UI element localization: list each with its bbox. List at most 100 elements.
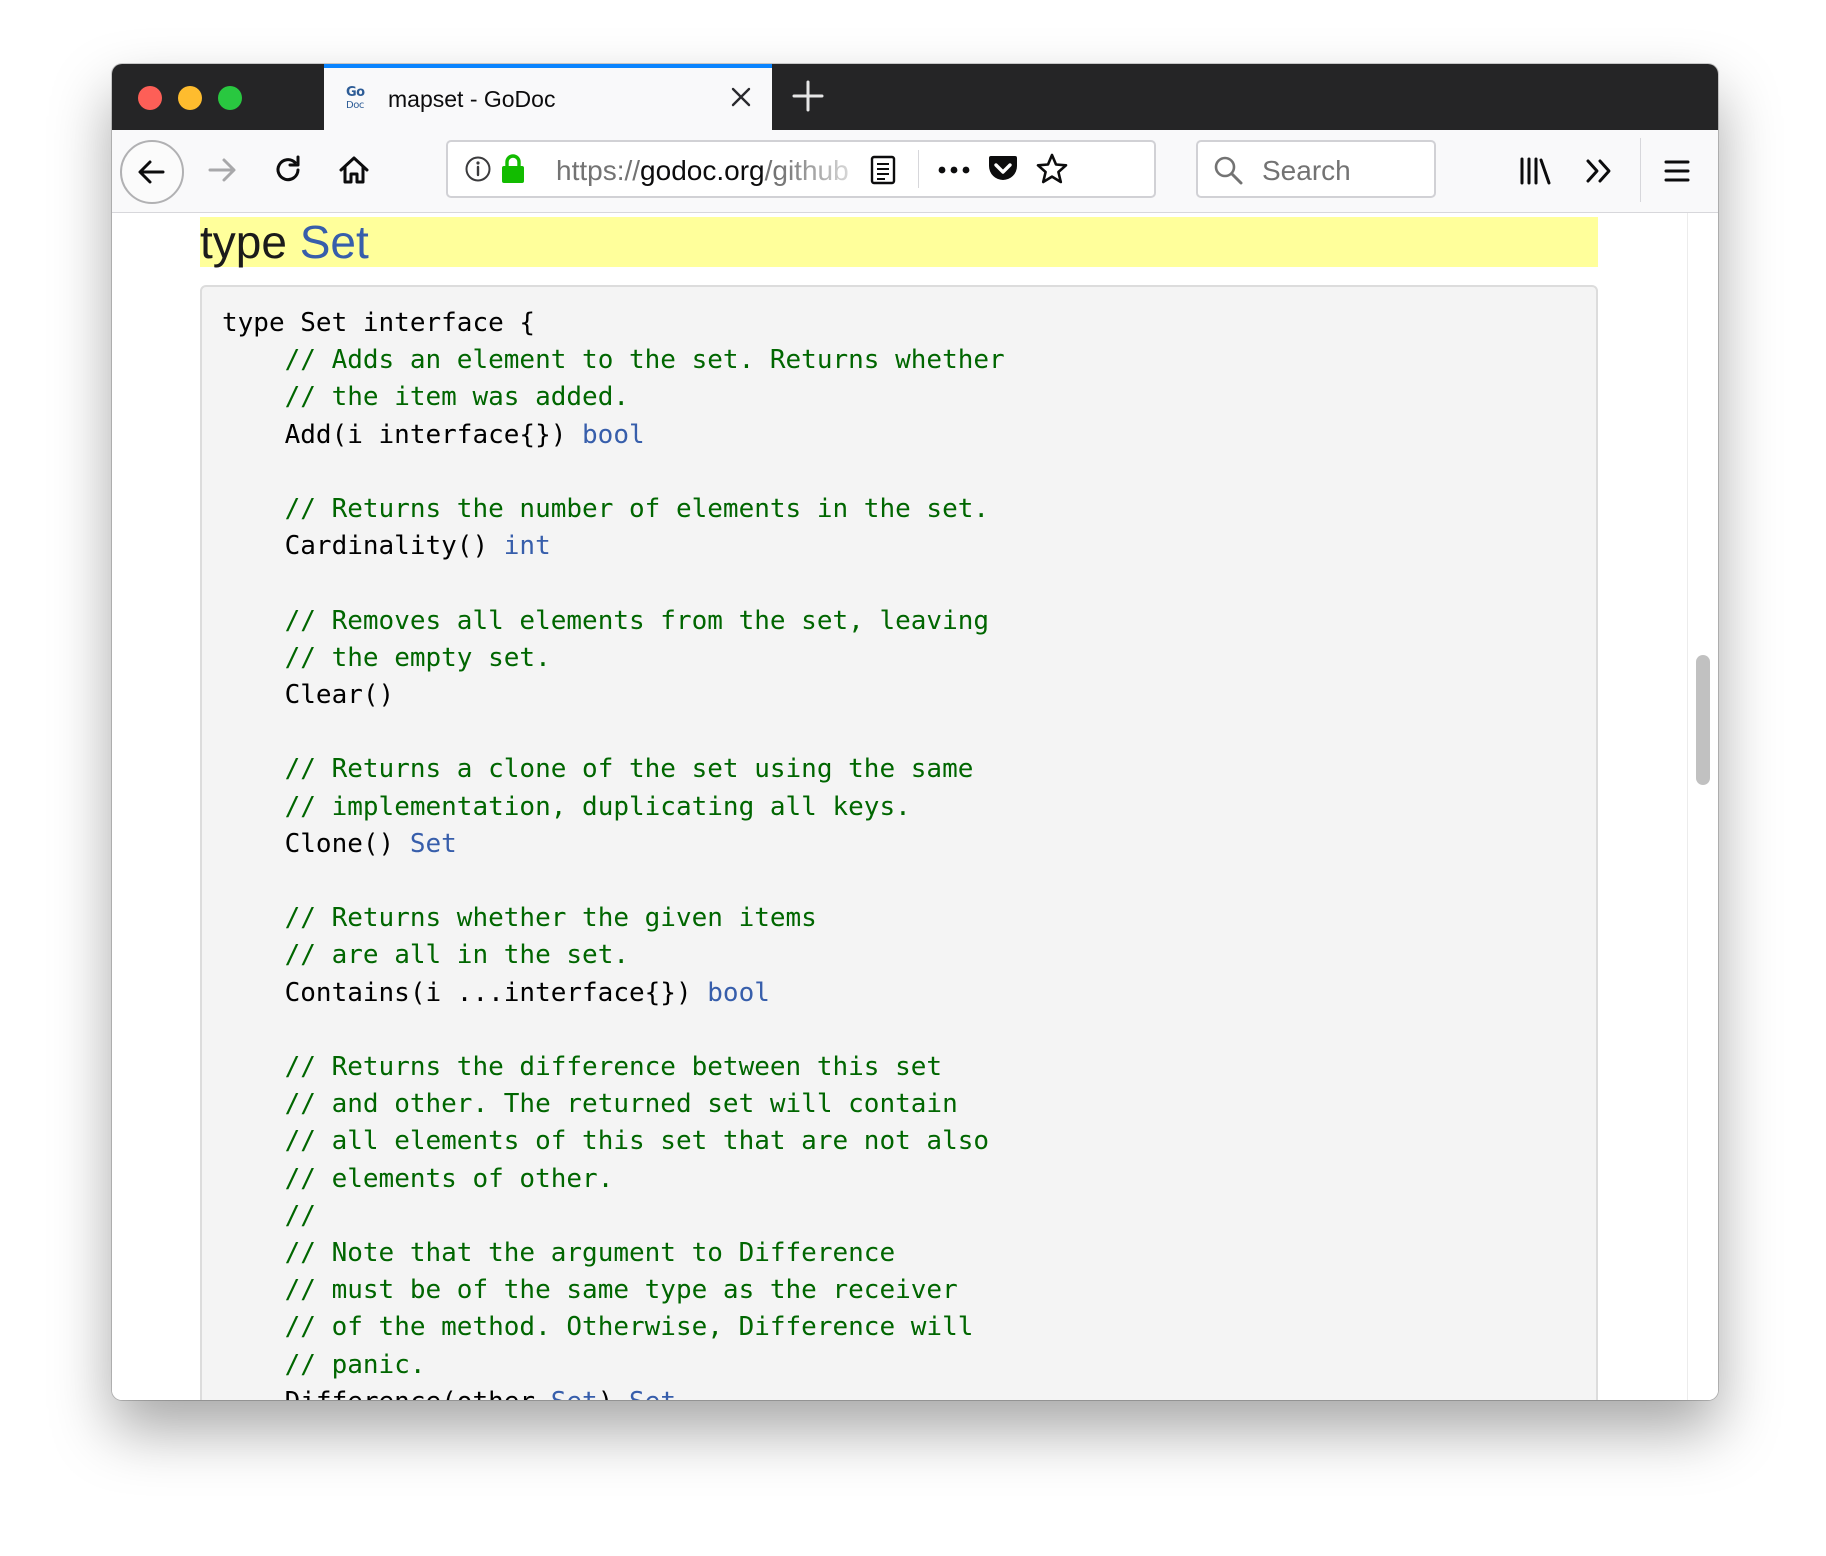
search-input[interactable]: Search xyxy=(1262,155,1351,187)
code-text: Difference(other xyxy=(222,1387,551,1400)
code-comment: // xyxy=(284,1200,316,1231)
close-tab-button[interactable] xyxy=(726,82,756,112)
reload-button[interactable] xyxy=(262,144,314,196)
type-heading: type Set xyxy=(200,217,1598,267)
code-comment: // Note that the argument to Difference xyxy=(284,1238,896,1269)
code-line: // implementation, duplicating all keys. xyxy=(222,792,911,822)
type-link[interactable]: bool xyxy=(582,420,645,450)
pocket-icon xyxy=(989,156,1017,180)
code-comment: // and other. The returned set will cont… xyxy=(284,1089,958,1120)
bookmark-star-icon xyxy=(1036,153,1068,184)
plus-icon xyxy=(792,80,824,112)
type-link[interactable]: int xyxy=(504,531,551,561)
navigation-toolbar: https://godoc.org/github Search xyxy=(112,130,1718,213)
browser-window: Go Doc mapset - GoDoc https://godoc.org/… xyxy=(112,64,1718,1400)
page-actions-button[interactable] xyxy=(934,154,974,186)
site-info-button[interactable] xyxy=(464,155,492,183)
code-line: // Removes all elements from the set, le… xyxy=(222,606,989,636)
code-comment: // Returns the number of elements in the… xyxy=(284,494,990,525)
url-text[interactable]: https://godoc.org/github xyxy=(556,155,876,187)
code-text: Contains(i ...interface{}) xyxy=(222,977,708,1008)
code-line: // of the method. Otherwise, Difference … xyxy=(222,1312,974,1343)
new-tab-button[interactable] xyxy=(786,74,830,118)
forward-button[interactable] xyxy=(196,144,248,196)
code-listing: type Set interface { // Adds an element … xyxy=(222,305,1005,1400)
code-comment: // the empty set. xyxy=(284,642,551,673)
secure-connection-indicator[interactable] xyxy=(500,153,526,185)
url-bar-separator xyxy=(918,150,919,188)
code-comment: // panic. xyxy=(284,1349,426,1380)
code-line: // Adds an element to the set. Returns w… xyxy=(222,345,1005,375)
url-scheme: https:// xyxy=(556,155,641,186)
type-link[interactable]: Set xyxy=(629,1387,676,1400)
code-line: // Returns a clone of the set using the … xyxy=(222,754,974,784)
library-icon xyxy=(1520,157,1551,185)
forward-arrow-icon xyxy=(208,158,236,182)
lock-icon xyxy=(502,154,524,183)
type-link[interactable]: Set xyxy=(551,1387,598,1400)
vertical-scrollbar[interactable] xyxy=(1687,213,1718,1400)
tab-mapset[interactable]: Go Doc mapset - GoDoc xyxy=(324,64,772,130)
library-button[interactable] xyxy=(1510,146,1560,196)
search-icon xyxy=(1214,156,1243,185)
type-link[interactable]: bool xyxy=(707,978,770,1008)
scrollbar-thumb[interactable] xyxy=(1696,655,1710,785)
minimize-window-button[interactable] xyxy=(178,86,202,110)
code-line: type Set interface { xyxy=(222,308,535,338)
reader-view-icon xyxy=(870,155,896,185)
code-text: ) xyxy=(598,1387,629,1400)
overflow-chevrons-icon xyxy=(1586,159,1611,183)
code-line: Clone() Set xyxy=(222,829,457,859)
code-line: // must be of the same type as the recei… xyxy=(222,1275,958,1305)
save-to-pocket-button[interactable] xyxy=(986,153,1020,185)
main-menu-button[interactable] xyxy=(1652,146,1702,196)
code-comment: // of the method. Otherwise, Difference … xyxy=(284,1312,974,1343)
code-line: Contains(i ...interface{}) bool xyxy=(222,978,770,1008)
heading-type-name[interactable]: Set xyxy=(300,216,369,268)
code-block: type Set interface { // Adds an element … xyxy=(200,285,1598,1400)
code-line: // xyxy=(222,1201,316,1231)
favicon-text-bottom: Doc xyxy=(346,100,364,111)
bookmark-button[interactable] xyxy=(1034,151,1070,187)
tab-strip: Go Doc mapset - GoDoc xyxy=(112,64,1718,130)
toolbar-divider xyxy=(1640,138,1641,202)
tab-title: mapset - GoDoc xyxy=(388,86,556,112)
code-line: // Note that the argument to Difference xyxy=(222,1238,895,1268)
code-comment: // Returns the difference between this s… xyxy=(284,1052,943,1083)
url-bar[interactable]: https://godoc.org/github xyxy=(446,140,1156,198)
code-comment: // Adds an element to the set. Returns w… xyxy=(284,345,1005,376)
code-text: Cardinality() xyxy=(222,531,504,562)
code-line: Cardinality() int xyxy=(222,531,551,561)
code-line: // Returns whether the given items xyxy=(222,903,817,933)
type-link[interactable]: Set xyxy=(410,829,457,859)
code-line: Clear() xyxy=(222,680,395,710)
hamburger-menu-icon xyxy=(1664,160,1690,182)
code-comment: // elements of other. xyxy=(284,1163,614,1194)
reader-view-button[interactable] xyxy=(868,154,898,186)
back-button[interactable] xyxy=(120,140,184,204)
home-button[interactable] xyxy=(328,144,380,196)
more-actions-icon xyxy=(938,166,970,174)
code-line: // panic. xyxy=(222,1350,426,1380)
code-line: // are all in the set. xyxy=(222,940,629,970)
code-comment: // Returns whether the given items xyxy=(284,903,817,934)
search-engine-button[interactable] xyxy=(1212,154,1244,186)
close-window-button[interactable] xyxy=(138,86,162,110)
search-bar[interactable]: Search xyxy=(1196,140,1436,198)
zoom-window-button[interactable] xyxy=(218,86,242,110)
overflow-menu-button[interactable] xyxy=(1574,146,1624,196)
code-text: Add(i interface{}) xyxy=(222,419,583,450)
code-comment: // are all in the set. xyxy=(284,940,629,971)
code-line: // elements of other. xyxy=(222,1163,614,1194)
